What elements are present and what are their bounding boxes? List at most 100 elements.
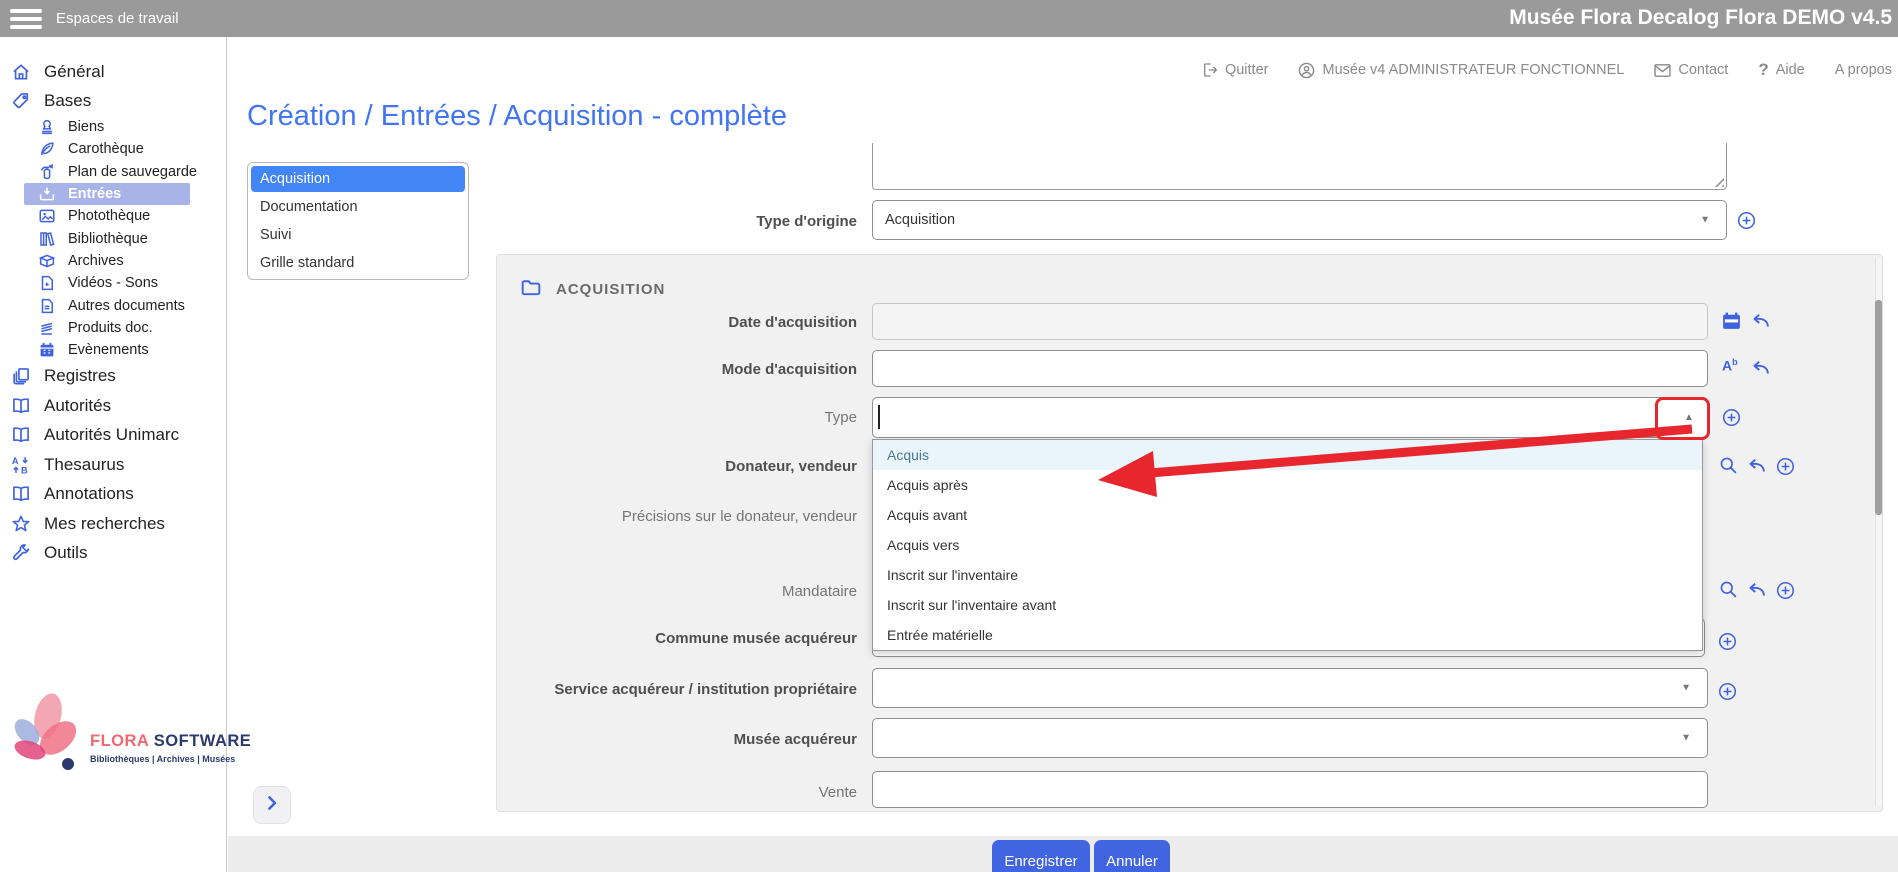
undo-icon[interactable] (1751, 312, 1770, 334)
grid-tab-list: Acquisition Documentation Suivi Grille s… (247, 162, 469, 280)
sidebar-item-entrees[interactable]: Entrées (24, 183, 190, 205)
sidebar-item-bibliotheque[interactable]: Bibliothèque (0, 227, 226, 249)
tag-icon (10, 90, 32, 112)
text-cursor (878, 405, 880, 429)
tab-documentation[interactable]: Documentation (251, 194, 465, 220)
sidebar-item-plan-de-sauvegarde[interactable]: Plan de sauvegarde (0, 161, 226, 183)
workspaces-link[interactable]: Espaces de travail (56, 10, 179, 27)
mandataire-label: Mandataire (457, 583, 857, 600)
sidebar-item-videos-sons[interactable]: Vidéos - Sons (0, 272, 226, 294)
feather-icon (36, 138, 58, 160)
sidebar-item-mes-recherches[interactable]: Mes recherches (0, 509, 226, 539)
dropdown-option[interactable]: Inscrit sur l'inventaire (873, 560, 1702, 590)
dropdown-option[interactable]: Acquis avant (873, 500, 1702, 530)
dropdown-option[interactable]: Acquis après (873, 470, 1702, 500)
sidebar-item-annotations[interactable]: Annotations (0, 479, 226, 509)
type-origine-select[interactable]: Acquisition ▼ (872, 200, 1727, 240)
chevron-down-icon: ▼ (1681, 733, 1691, 744)
type-combobox-input[interactable] (872, 397, 1708, 438)
calendar-icon[interactable] (1722, 312, 1741, 335)
contact-link[interactable]: Contact (1654, 62, 1728, 78)
svg-text:A: A (12, 455, 19, 465)
add-occurrence-button[interactable] (1718, 682, 1737, 706)
sidebar-item-phototheque[interactable]: Photothèque (0, 205, 226, 227)
about-link[interactable]: A propos (1835, 62, 1892, 78)
add-occurrence-button[interactable] (1718, 632, 1737, 656)
precisions-donateur-label: Précisions sur le donateur, vendeur (457, 508, 857, 525)
dropdown-option[interactable]: Entrée matérielle (873, 620, 1702, 650)
service-acquereur-label: Service acquéreur / institution propriét… (457, 681, 857, 698)
chevron-down-icon: ▼ (1681, 683, 1691, 694)
star-icon (10, 513, 32, 535)
mode-acquisition-input[interactable] (872, 350, 1708, 387)
sidebar-item-registres[interactable]: Registres (0, 361, 226, 391)
books-icon (36, 228, 58, 250)
tab-acquisition[interactable]: Acquisition (251, 166, 465, 192)
flora-software-logo: FLORA SOFTWARE Bibliothèques | Archives … (6, 690, 220, 781)
undo-icon[interactable] (1751, 359, 1770, 381)
search-icon[interactable] (1719, 580, 1737, 603)
quit-link[interactable]: Quitter (1202, 62, 1269, 78)
hamburger-menu-icon[interactable] (10, 5, 42, 33)
sidebar-item-autres-documents[interactable]: Autres documents (0, 294, 226, 316)
sidebar-item-archives[interactable]: Archives (0, 250, 226, 272)
sidebar-item-autorites-unimarc[interactable]: Autorités Unimarc (0, 420, 226, 450)
cancel-button[interactable]: Annuler (1094, 840, 1170, 872)
tab-suivi[interactable]: Suivi (251, 222, 465, 248)
sidebar-item-bases[interactable]: Bases (0, 87, 226, 117)
user-bar: Quitter Musée v4 ADMINISTRATEUR FONCTION… (1202, 60, 1892, 80)
service-acquereur-select[interactable]: ▼ (872, 668, 1708, 708)
add-occurrence-button[interactable] (1737, 211, 1756, 235)
account-link[interactable]: Musée v4 ADMINISTRATEUR FONCTIONNEL (1298, 62, 1624, 79)
chevron-down-icon: ▼ (1700, 215, 1710, 226)
user-icon (1298, 62, 1315, 79)
logo-tagline: Bibliothèques | Archives | Musées (90, 754, 235, 764)
undo-icon[interactable] (1747, 457, 1766, 479)
date-acquisition-input[interactable] (872, 303, 1708, 340)
sidebar-item-autorites[interactable]: Autorités (0, 391, 226, 421)
save-button[interactable]: Enregistrer (992, 840, 1090, 872)
sidebar-item-outils[interactable]: Outils (0, 538, 226, 568)
annotation-highlight-box (1655, 397, 1710, 440)
type-label: Type (457, 409, 857, 426)
undo-icon[interactable] (1747, 581, 1766, 603)
donateur-vendeur-label: Donateur, vendeur (457, 458, 857, 475)
search-icon[interactable] (1719, 456, 1737, 479)
expand-panel-button[interactable] (253, 786, 291, 824)
text-format-icon[interactable]: Ab (1722, 357, 1738, 374)
sort-alpha-icon: AB (10, 454, 32, 476)
vente-input[interactable] (872, 771, 1708, 808)
chevron-right-icon (263, 794, 281, 817)
sidebar-item-evenements[interactable]: Evènements (0, 339, 226, 361)
image-icon (36, 205, 58, 227)
musee-acquereur-label: Musée acquéreur (457, 731, 857, 748)
svg-text:B: B (21, 465, 28, 475)
wrench-icon (10, 542, 32, 564)
question-mark-icon: ? (1758, 60, 1768, 80)
type-origine-label: Type d'origine (457, 213, 857, 230)
musee-acquereur-select[interactable]: ▼ (872, 718, 1708, 758)
resize-handle-icon[interactable] (1711, 174, 1724, 187)
logout-icon (1202, 62, 1218, 78)
add-occurrence-button[interactable] (1776, 457, 1795, 481)
dropdown-option[interactable]: Acquis vers (873, 530, 1702, 560)
sidebar-item-produits-doc[interactable]: Produits doc. (0, 317, 226, 339)
help-link[interactable]: ? Aide (1758, 60, 1804, 80)
add-occurrence-button[interactable] (1776, 581, 1795, 605)
document-icon (36, 295, 58, 317)
add-occurrence-button[interactable] (1722, 408, 1741, 432)
open-book-icon (10, 395, 32, 417)
sidebar-item-thesaurus[interactable]: AB Thesaurus (0, 450, 226, 480)
app-title: Musée Flora Decalog Flora DEMO v4.5 (1509, 6, 1892, 30)
flora-flower-icon (6, 763, 90, 780)
sidebar-item-carotheque[interactable]: Carothèque (0, 138, 226, 160)
notes-textarea[interactable] (872, 143, 1727, 190)
folder-icon[interactable] (521, 279, 541, 301)
open-book-icon (10, 483, 32, 505)
section-scrollbar-thumb[interactable] (1875, 300, 1882, 515)
sidebar-item-biens[interactable]: Biens (0, 116, 226, 138)
dropdown-option[interactable]: Inscrit sur l'inventaire avant (873, 590, 1702, 620)
dropdown-option[interactable]: Acquis (873, 440, 1702, 470)
sidebar-item-general[interactable]: Général (0, 57, 226, 87)
tab-grille-standard[interactable]: Grille standard (251, 250, 465, 276)
